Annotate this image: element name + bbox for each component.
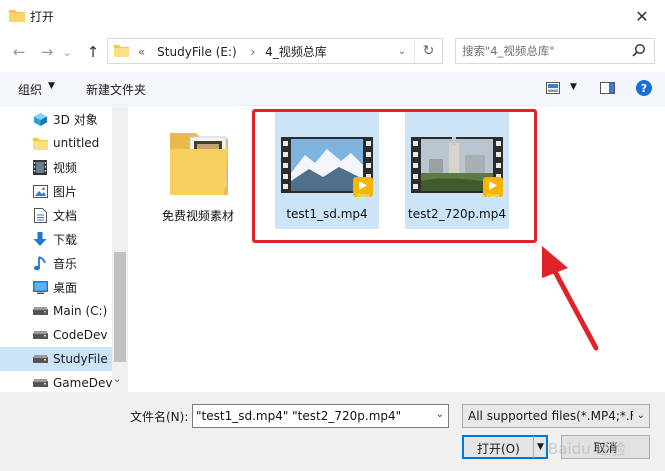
address-dropdown-button[interactable]: ⌄ (392, 39, 412, 63)
view-options-icon[interactable] (546, 82, 560, 94)
nav-item-desktop[interactable]: 桌面 (0, 275, 112, 299)
chevron-down-icon: ⌄ (636, 410, 645, 421)
desktop-icon (32, 279, 48, 295)
caret-down-icon[interactable]: ▼ (570, 82, 577, 92)
refresh-icon: ↻ (422, 43, 435, 59)
folder-icon (170, 133, 228, 195)
caret-down-icon[interactable]: ▼ (533, 436, 547, 458)
breadcrumb-item-folder[interactable]: 4_视频总库 (265, 45, 327, 59)
breadcrumb: « StudyFile (E:) › 4_视频总库 (138, 43, 331, 60)
download-icon (32, 231, 48, 247)
cube-icon (32, 111, 48, 127)
file-type-select[interactable]: All supported files(*.MP4;*.FL ⌄ (462, 404, 650, 428)
nav-item-main-c[interactable]: Main (C:) (0, 299, 112, 323)
nav-item-pictures[interactable]: 图片 (0, 179, 112, 203)
folder-icon (32, 135, 48, 151)
filename-combobox: ⌄ (192, 404, 449, 428)
back-button[interactable]: ← (8, 41, 30, 63)
search-icon[interactable] (632, 43, 646, 57)
nav-item-music[interactable]: 音乐 (0, 251, 112, 275)
filename-label: 文件名(N): (130, 410, 189, 424)
recent-locations-button[interactable]: ⌄ (60, 41, 74, 63)
breadcrumb-separator[interactable]: › (251, 45, 256, 59)
drive-icon (32, 327, 48, 343)
chevron-down-icon: ⌄ (397, 45, 407, 57)
drive-icon (32, 303, 48, 319)
file-name: 免费视频素材 (161, 209, 234, 223)
arrow-left-icon: ← (12, 43, 26, 61)
window-title: 打开 (30, 10, 55, 24)
folder-icon (114, 45, 129, 57)
nav-item-studyfile[interactable]: StudyFile ( (0, 347, 112, 371)
chevron-down-icon[interactable]: ⌄ (436, 409, 444, 420)
filename-input[interactable] (196, 407, 424, 425)
nav-scrollbar-thumb[interactable] (114, 252, 126, 362)
nav-item-gamedev[interactable]: GameDev (0, 371, 112, 392)
annotation-arrow (542, 246, 599, 351)
file-item-folder[interactable]: 免费视频素材 (146, 111, 250, 229)
up-button[interactable]: ↑ (82, 41, 104, 63)
search-input[interactable] (462, 42, 627, 60)
folder-icon (9, 10, 25, 22)
navigation-pane: 3D 对象 untitled 视频 图片 文档 下载 音乐 桌面 Main (C… (0, 107, 128, 392)
refresh-button[interactable]: ↻ (414, 39, 442, 63)
file-type-value: All supported files(*.MP4;*.FL (468, 409, 633, 423)
caret-down-icon[interactable]: ▼ (48, 81, 55, 91)
preview-pane-icon[interactable] (600, 82, 615, 94)
highlight-box (252, 109, 537, 243)
nav-item-codedev[interactable]: CodeDev (0, 323, 112, 347)
close-icon: ✕ (635, 6, 649, 26)
nav-item-videos[interactable]: 视频 (0, 155, 112, 179)
search-box (455, 38, 655, 64)
new-folder-button[interactable]: 新建文件夹 (86, 81, 146, 98)
title-bar: 打开 ✕ (0, 0, 665, 32)
forward-button[interactable]: → (36, 41, 58, 63)
close-button[interactable]: ✕ (619, 0, 665, 32)
nav-item-documents[interactable]: 文档 (0, 203, 112, 227)
picture-icon (32, 183, 48, 199)
breadcrumb-overflow[interactable]: « (138, 45, 145, 59)
nav-item-downloads[interactable]: 下载 (0, 227, 112, 251)
document-icon (32, 207, 48, 223)
chevron-down-icon: ⌄ (62, 45, 72, 59)
organize-button[interactable]: 组织 (18, 81, 42, 98)
help-icon[interactable]: ? (636, 80, 652, 96)
nav-item-3d-objects[interactable]: 3D 对象 (0, 107, 112, 131)
open-button-label: 打开(O) (477, 442, 520, 456)
open-button[interactable]: 打开(O) ▼ (462, 435, 548, 459)
command-bar: 组织 ▼ 新建文件夹 ▼ ? (0, 72, 665, 106)
watermark: Baidu 经验 (548, 440, 626, 458)
drive-icon (32, 351, 48, 367)
address-bar[interactable]: « StudyFile (E:) › 4_视频总库 ⌄ ↻ (107, 38, 443, 64)
music-icon (32, 255, 48, 271)
nav-item-untitled[interactable]: untitled (0, 131, 112, 155)
film-icon (32, 159, 48, 175)
drive-icon (32, 375, 48, 391)
arrow-up-icon: ↑ (86, 43, 100, 61)
breadcrumb-item-drive[interactable]: StudyFile (E:) (157, 45, 237, 59)
scroll-down-icon[interactable]: ⌄ (113, 374, 121, 385)
arrow-right-icon: → (40, 43, 54, 61)
